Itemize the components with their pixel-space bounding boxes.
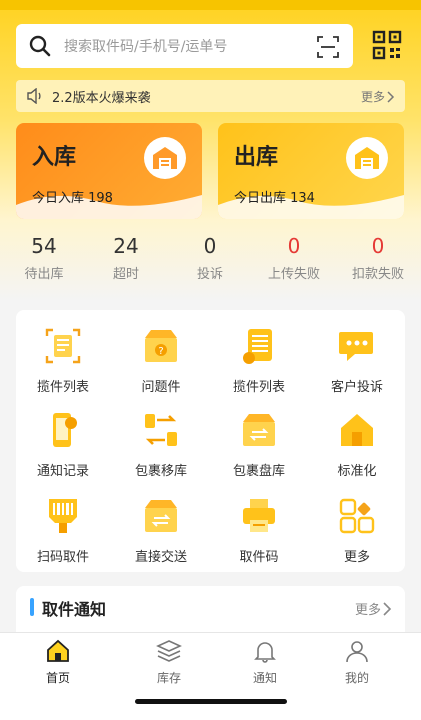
tab-mine[interactable]: 我的	[327, 639, 387, 686]
status-bar	[0, 0, 421, 10]
tab-label: 首页	[45, 671, 70, 685]
bottom-tab-bar: 首页 库存 通知 我的	[0, 632, 421, 720]
stat-label: 投诉	[196, 267, 223, 282]
grid-item-more[interactable]: 更多	[310, 484, 404, 565]
grid-item-label: 包裹盘库	[232, 464, 285, 479]
hand-over-box-icon	[145, 500, 177, 532]
stat-value: 0	[287, 234, 301, 258]
grid-item-label: 扫码取件	[36, 550, 89, 565]
phone-notify-icon	[53, 413, 77, 447]
home-icon	[47, 639, 69, 662]
stat-label: 待出库	[24, 267, 64, 282]
stat-complaints[interactable]: 0 投诉	[168, 232, 252, 282]
stat-upload-failed[interactable]: 0 上传失败	[252, 232, 336, 282]
grid-item-customer-complaint[interactable]: 客户投诉	[310, 314, 404, 395]
grid-item-collect-list[interactable]: 揽件列表	[16, 314, 110, 395]
tab-inventory[interactable]: 库存	[139, 639, 199, 686]
grid-item-label: 包裹移库	[134, 464, 187, 479]
warehouse-out-icon	[346, 137, 388, 179]
inbound-today-count: 今日入库 198	[32, 191, 113, 206]
inbound-card[interactable]: 入库 今日入库 198	[16, 123, 202, 219]
transfer-icon	[145, 414, 177, 446]
search-icon	[29, 35, 51, 57]
grid-item-pickup-code[interactable]: 取件码	[212, 484, 306, 565]
inventory-box-icon	[243, 414, 275, 446]
announcement-bar[interactable]: 2.2版本火爆来袭 更多	[16, 80, 405, 112]
grid-item-direct-delivery[interactable]: 直接交送	[114, 484, 208, 565]
stat-value: 0	[371, 234, 385, 258]
tab-label: 库存	[156, 671, 181, 685]
grid-item-label: 揽件列表	[36, 380, 89, 395]
section-accent-bar	[30, 598, 34, 616]
layers-icon	[156, 640, 182, 662]
qr-code-icon[interactable]	[372, 30, 402, 60]
grid-item-label: 取件码	[239, 550, 279, 565]
more-label: 更多	[360, 90, 385, 104]
grid-item-problem-package[interactable]: ? 问题件	[114, 314, 208, 395]
warehouse-in-icon	[144, 137, 186, 179]
grid-item-collect-list-2[interactable]: 揽件列表	[212, 314, 306, 395]
house-icon	[341, 414, 373, 446]
tab-home[interactable]: 首页	[28, 639, 88, 686]
grid-item-label: 更多	[343, 550, 370, 565]
scan-icon[interactable]	[317, 36, 339, 58]
svg-text:?: ?	[158, 346, 163, 357]
grid-item-label: 直接交送	[134, 550, 187, 565]
pickup-notice-more-link[interactable]: 更多	[355, 599, 393, 618]
stat-value: 54	[31, 234, 57, 258]
barcode-scanner-icon	[49, 499, 77, 533]
stat-value: 24	[113, 234, 139, 258]
stats-row: 54 待出库 24 超时 0 投诉 0 上传失败 0 扣款失败	[0, 232, 421, 292]
stat-label: 上传失败	[267, 267, 320, 282]
stat-deduct-failed[interactable]: 0 扣款失败	[336, 232, 420, 282]
stat-label: 扣款失败	[351, 267, 404, 282]
announcement-text: 2.2版本火爆来袭	[52, 90, 151, 106]
chevron-right-icon	[383, 601, 392, 616]
grid-item-scan-pickup[interactable]: 扫码取件	[16, 484, 110, 565]
chat-bubble-icon	[339, 332, 373, 361]
search-input[interactable]: 搜索取件码/手机号/运单号	[16, 24, 353, 68]
stat-pending-outbound[interactable]: 54 待出库	[2, 232, 86, 282]
home-indicator	[135, 699, 287, 704]
stat-value: 0	[203, 234, 217, 258]
grid-item-label: 揽件列表	[232, 380, 285, 395]
outbound-card[interactable]: 出库 今日出库 134	[218, 123, 404, 219]
grid-item-label: 标准化	[337, 464, 377, 479]
user-icon	[346, 641, 368, 663]
announcement-more-link[interactable]: 更多	[361, 88, 395, 105]
grid-item-label: 通知记录	[36, 464, 89, 479]
grid-item-label: 客户投诉	[330, 380, 383, 395]
more-label: 更多	[354, 603, 381, 618]
chevron-right-icon	[387, 90, 395, 103]
printer-icon	[243, 499, 275, 532]
outbound-title: 出库	[234, 145, 279, 170]
speaker-icon	[27, 88, 41, 104]
tab-label: 我的	[344, 671, 369, 685]
grid-item-move-package[interactable]: 包裹移库	[114, 398, 208, 479]
document-list-icon	[243, 329, 272, 364]
grid-item-inventory-check[interactable]: 包裹盘库	[212, 398, 306, 479]
outbound-today-count: 今日出库 134	[234, 191, 315, 206]
more-grid-icon	[339, 498, 375, 534]
tab-label: 通知	[252, 671, 277, 685]
grid-item-standardization[interactable]: 标准化	[310, 398, 404, 479]
grid-item-label: 问题件	[141, 380, 181, 395]
stat-overtime[interactable]: 24 超时	[84, 232, 168, 282]
inbound-title: 入库	[32, 145, 77, 170]
problem-package-icon: ?	[145, 330, 177, 362]
tab-notifications[interactable]: 通知	[235, 639, 295, 686]
stat-label: 超时	[112, 267, 139, 282]
bell-icon	[254, 642, 276, 663]
search-placeholder: 搜索取件码/手机号/运单号	[64, 39, 228, 55]
list-scan-icon	[45, 328, 81, 364]
pickup-notice-title: 取件通知	[42, 600, 107, 619]
function-grid: 揽件列表 ? 问题件 揽件列表 客户投诉 通知记录 包裹移库 包裹盘库 标准化 …	[16, 310, 405, 572]
grid-item-notify-records[interactable]: 通知记录	[16, 398, 110, 479]
